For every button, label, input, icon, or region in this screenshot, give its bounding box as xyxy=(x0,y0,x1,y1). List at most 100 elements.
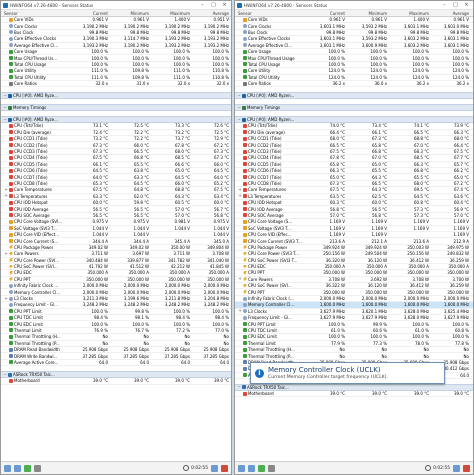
cpu-icon xyxy=(8,117,12,122)
expand-icon[interactable]: + xyxy=(238,194,242,198)
current-value: 3.711 W xyxy=(91,251,108,257)
column-sensor[interactable]: Sensor xyxy=(1,11,69,16)
expand-icon[interactable]: + xyxy=(4,188,8,192)
sensor-list[interactable]: Core VIDs 0.961 V 0.961 V 1.400 V 0.961 V Cor… xyxy=(235,17,473,461)
minimum-value: 3.692 W xyxy=(370,276,387,282)
column-maximum[interactable]: Maximum xyxy=(389,11,431,16)
temp-icon xyxy=(243,155,247,160)
sensor-group-header[interactable]: − ASRock TRX50 Taic... xyxy=(235,383,473,391)
exit-icon[interactable] xyxy=(463,464,470,472)
current-value: 350.000 W xyxy=(86,276,108,282)
settings-icon[interactable] xyxy=(268,464,275,472)
sensor-group-header[interactable]: − CPU [#0]: AMD Ryze... xyxy=(1,116,231,124)
minimize-button[interactable]: – xyxy=(440,1,449,9)
collapse-icon[interactable]: − xyxy=(237,106,241,110)
sensor-row[interactable]: Motherboard 39.0 °C 39.0 °C 39.0 °C 39.0 °C xyxy=(1,378,231,385)
expand-icon[interactable]: + xyxy=(4,252,8,256)
temp-icon xyxy=(9,207,13,212)
graph-icon[interactable] xyxy=(258,464,265,472)
sensor-list[interactable]: Core VIDs 0.961 V 0.961 V 1.400 V 0.951 V Cor… xyxy=(1,17,231,461)
average-value: 67.7 °C xyxy=(454,155,469,161)
navigate-forward-icon[interactable] xyxy=(14,464,21,472)
sensor-group-name: CPU [#0]: AMD Ryzen... xyxy=(247,93,295,99)
sensor-group-header[interactable]: − ASRock TRX50 Taic... xyxy=(1,371,231,379)
average-value: No xyxy=(463,347,469,353)
sensor-group-header[interactable]: − CPU [#0]: AMD Ryzen... xyxy=(235,116,473,124)
volt-icon xyxy=(9,226,13,231)
temp-icon xyxy=(243,175,247,180)
sensor-name: CPU CCD1 (Tdie) xyxy=(14,136,48,142)
expand-icon[interactable]: + xyxy=(238,188,242,192)
sensor-name: SoC Voltage (SVI3 T... xyxy=(248,225,291,231)
column-current[interactable]: Current xyxy=(69,11,110,16)
graph-icon[interactable] xyxy=(24,464,31,472)
minimum-value: 350.000 W xyxy=(365,270,387,276)
collapse-icon[interactable]: − xyxy=(3,118,7,122)
temp-icon xyxy=(9,168,13,173)
sensor-name-cell: CPU PPT xyxy=(235,290,305,295)
minimum-value: 72.2 °C xyxy=(134,129,149,135)
temp-icon xyxy=(9,194,13,199)
navigate-forward-icon[interactable] xyxy=(248,464,255,472)
collapse-icon[interactable]: − xyxy=(237,385,241,389)
sensor-row[interactable]: Motherboard 39.0 °C 39.0 °C 39.0 °C 39.0 °C xyxy=(235,391,473,398)
settings-icon[interactable] xyxy=(34,464,41,472)
maximum-value: 1,600.0 MHz xyxy=(403,302,429,308)
sensor-name-cell: CPU PPT xyxy=(1,277,69,282)
collapse-icon[interactable]: − xyxy=(3,94,7,98)
average-value: 110.8 % xyxy=(212,74,229,80)
average-value: 349.804 W xyxy=(207,244,229,250)
close-button[interactable]: × xyxy=(220,1,229,9)
sensor-group-header[interactable]: − CPU [#0]: AMD Ryzen... xyxy=(235,92,473,100)
reset-icon[interactable] xyxy=(453,464,460,472)
close-button[interactable]: × xyxy=(462,1,471,9)
column-minimum[interactable]: Minimum xyxy=(347,11,389,16)
reset-icon[interactable] xyxy=(211,464,218,472)
navigate-back-icon[interactable] xyxy=(4,464,11,472)
sensor-group-header[interactable]: − Memory Timings xyxy=(1,104,231,112)
sensor-group-header[interactable]: − Memory Timings xyxy=(235,104,473,112)
maximum-value: 3,190.2 MHz xyxy=(164,23,190,29)
collapse-icon[interactable]: − xyxy=(237,94,241,98)
expand-icon[interactable]: + xyxy=(4,297,8,301)
sensor-name-cell: SoC Voltage (SVI3 T... xyxy=(235,226,305,231)
current-value: 39.0 °C xyxy=(93,378,108,384)
sensor-name-cell: CPU IOD Average xyxy=(235,207,305,212)
sensor-name-cell: CPU Core VID (Effec... xyxy=(235,232,305,237)
minimize-button[interactable]: – xyxy=(198,1,207,9)
column-average[interactable]: Average xyxy=(431,11,471,16)
clock-icon xyxy=(9,30,13,35)
collapse-icon[interactable]: − xyxy=(237,118,241,122)
sensor-name-cell: CPU Core Current (SVI3 T... xyxy=(235,239,305,244)
exit-icon[interactable] xyxy=(221,464,228,472)
maximize-button[interactable]: □ xyxy=(209,1,218,9)
maximum-value: 2,000.0 MHz xyxy=(403,296,429,302)
column-sensor[interactable]: Sensor xyxy=(235,11,305,16)
collapse-icon[interactable]: − xyxy=(3,373,7,377)
expand-icon[interactable]: + xyxy=(4,194,8,198)
collapse-icon[interactable]: − xyxy=(3,106,7,110)
column-current[interactable]: Current xyxy=(305,11,347,16)
minimum-value: 249.504 W xyxy=(365,251,387,257)
expand-icon[interactable]: + xyxy=(238,277,242,281)
column-maximum[interactable]: Maximum xyxy=(151,11,192,16)
column-average[interactable]: Average xyxy=(192,11,231,16)
maximize-button[interactable]: □ xyxy=(451,1,460,9)
current-value: 213.6 A xyxy=(329,238,345,244)
expand-icon[interactable]: + xyxy=(238,309,242,313)
current-value: 350.000 A xyxy=(324,264,345,270)
maximum-value: 57.3 °C xyxy=(414,206,429,212)
minimum-value: 72.5 °C xyxy=(134,123,149,129)
navigate-back-icon[interactable] xyxy=(238,464,245,472)
temp-icon xyxy=(243,168,247,173)
average-value: 212.9 A xyxy=(453,238,469,244)
sensor-name: Core Usage xyxy=(248,49,271,55)
sensor-name-cell: Total CPU Usage xyxy=(235,62,305,67)
sensor-name: CPU PPT Limit xyxy=(14,308,42,314)
sensor-group-header[interactable]: − CPU [#0]: AMD Ryze... xyxy=(1,92,231,100)
sensor-name: CPU CCD3 (Tdie) xyxy=(248,149,282,155)
column-minimum[interactable]: Minimum xyxy=(110,11,151,16)
